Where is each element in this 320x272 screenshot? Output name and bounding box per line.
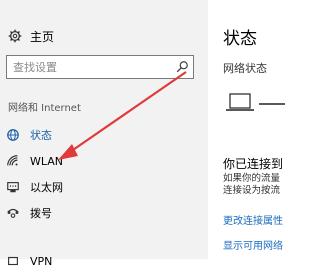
show-available-networks-link[interactable]: 显示可用网络 bbox=[223, 237, 283, 252]
nav-home-label: 主页 bbox=[30, 29, 55, 44]
section-title: 网络和 Internet bbox=[8, 103, 81, 114]
globe-icon bbox=[7, 129, 19, 141]
vpn-icon bbox=[8, 256, 18, 266]
search-box[interactable] bbox=[6, 55, 194, 79]
network-status-label: 网络状态 bbox=[223, 62, 267, 75]
sidebar-item-label: WLAN bbox=[30, 154, 64, 168]
sidebar-item-dialup[interactable]: 拨号 bbox=[6, 202, 196, 224]
sidebar-item-label: 状态 bbox=[30, 129, 52, 142]
page-title: 状态 bbox=[223, 29, 257, 49]
connected-heading: 你已连接到 bbox=[223, 157, 284, 171]
sidebar-item-label: VPN bbox=[30, 254, 53, 268]
gear-icon bbox=[8, 29, 22, 43]
connected-description-line1: 如果你的流量 bbox=[223, 173, 281, 184]
sidebar-item-vpn[interactable]: VPN bbox=[6, 250, 196, 272]
sidebar-item-ethernet[interactable]: 以太网 bbox=[6, 176, 196, 198]
change-connection-properties-link[interactable]: 更改连接属性 bbox=[223, 212, 283, 227]
ethernet-icon bbox=[7, 182, 19, 193]
nav-home[interactable]: 主页 bbox=[8, 24, 54, 48]
sidebar-item-label: 以太网 bbox=[30, 181, 63, 194]
wifi-icon bbox=[7, 155, 18, 166]
sidebar-item-label: 拨号 bbox=[30, 207, 52, 220]
search-input[interactable] bbox=[7, 56, 173, 78]
dialup-icon bbox=[7, 208, 19, 218]
main-pane: 状态 网络状态 你已连接到 如果你的流量 连接设为按流 更改连接属性 显示可用网… bbox=[208, 0, 285, 259]
sidebar-item-wlan[interactable]: WLAN bbox=[6, 150, 196, 172]
search-icon[interactable] bbox=[175, 60, 189, 74]
connected-description-line2: 连接设为按流 bbox=[223, 185, 281, 196]
pc-icon bbox=[226, 93, 285, 111]
sidebar-item-status[interactable]: 状态 bbox=[6, 124, 196, 146]
settings-sidebar: 主页 网络和 Internet 状态 WLAN bbox=[0, 0, 208, 268]
